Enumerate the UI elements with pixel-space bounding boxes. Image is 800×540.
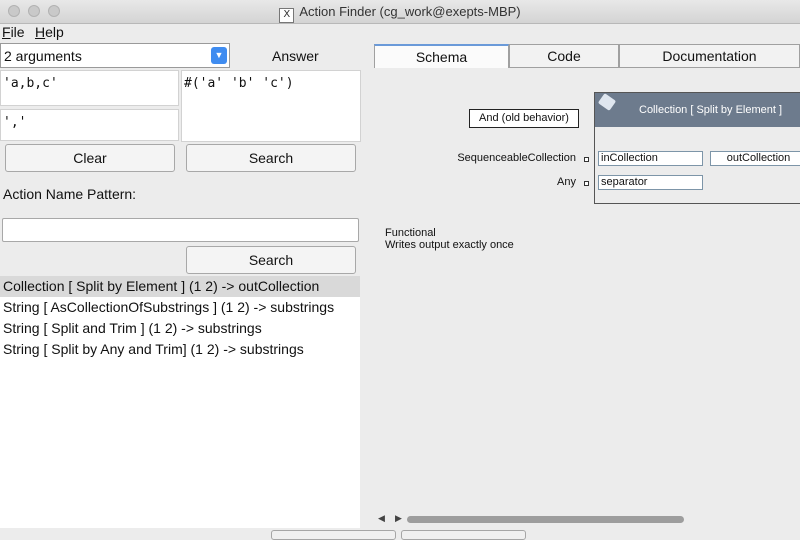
action-node-title: Collection [ Split by Element ] bbox=[639, 104, 783, 116]
search-button[interactable]: Search bbox=[186, 144, 356, 172]
clear-button[interactable]: Clear bbox=[5, 144, 175, 172]
chevron-down-icon[interactable]: ▼ bbox=[211, 47, 227, 64]
tab-schema[interactable]: Schema bbox=[374, 44, 509, 69]
list-item[interactable]: Collection [ Split by Element ] (1 2) ->… bbox=[0, 276, 360, 297]
scroll-left-icon[interactable]: ◀ bbox=[378, 513, 385, 524]
bottom-button[interactable] bbox=[271, 530, 396, 540]
menu-bar: File Help bbox=[0, 23, 800, 43]
scrollbar-thumb[interactable] bbox=[407, 516, 684, 523]
input-type-label: SequenceableCollection bbox=[457, 152, 576, 164]
title-bar: X Action Finder (cg_work@exepts-MBP) bbox=[0, 0, 800, 24]
tab-documentation[interactable]: Documentation bbox=[619, 44, 800, 68]
input-port-icon[interactable] bbox=[584, 181, 589, 186]
split-divider[interactable] bbox=[361, 68, 373, 530]
bottom-button[interactable] bbox=[401, 530, 526, 540]
input-slot[interactable]: inCollection bbox=[598, 151, 703, 166]
argument-1-field[interactable]: 'a,b,c' bbox=[0, 70, 179, 106]
action-name-pattern-label: Action Name Pattern: bbox=[3, 186, 137, 202]
output-slot[interactable]: outCollection bbox=[710, 151, 800, 166]
pattern-search-button[interactable]: Search bbox=[186, 246, 356, 274]
and-behavior-box[interactable]: And (old behavior) bbox=[469, 109, 579, 128]
scroll-right-icon[interactable]: ▶ bbox=[395, 513, 402, 524]
action-name-pattern-input[interactable] bbox=[2, 218, 359, 242]
input-type-label: Any bbox=[557, 176, 576, 188]
results-list: Collection [ Split by Element ] (1 2) ->… bbox=[0, 276, 360, 528]
argument-2-field[interactable]: ',' bbox=[0, 109, 179, 141]
list-item[interactable]: String [ AsCollectionOfSubstrings ] (1 2… bbox=[0, 297, 360, 318]
input-slot[interactable]: separator bbox=[598, 175, 703, 190]
action-node-header: Collection [ Split by Element ] bbox=[595, 93, 800, 127]
answer-field[interactable]: #('a' 'b' 'c') bbox=[181, 70, 361, 142]
list-item[interactable]: String [ Split and Trim ] (1 2) -> subst… bbox=[0, 318, 360, 339]
menu-file[interactable]: File bbox=[2, 24, 25, 40]
input-port-icon[interactable] bbox=[584, 157, 589, 162]
tab-code[interactable]: Code bbox=[509, 44, 619, 68]
arguments-dropdown[interactable]: 2 arguments ▼ bbox=[0, 43, 230, 68]
action-description: Functional Writes output exactly once bbox=[385, 227, 514, 251]
action-node[interactable]: Collection [ Split by Element ] inCollec… bbox=[594, 92, 800, 204]
x11-icon: X bbox=[279, 8, 295, 23]
tag-icon bbox=[597, 93, 617, 111]
horizontal-scrollbar[interactable]: ◀ ▶ bbox=[374, 513, 800, 526]
answer-label: Answer bbox=[272, 48, 319, 64]
list-item[interactable]: String [ Split by Any and Trim] (1 2) ->… bbox=[0, 339, 360, 360]
window-title: X Action Finder (cg_work@exepts-MBP) bbox=[0, 4, 800, 23]
menu-help[interactable]: Help bbox=[35, 24, 64, 40]
